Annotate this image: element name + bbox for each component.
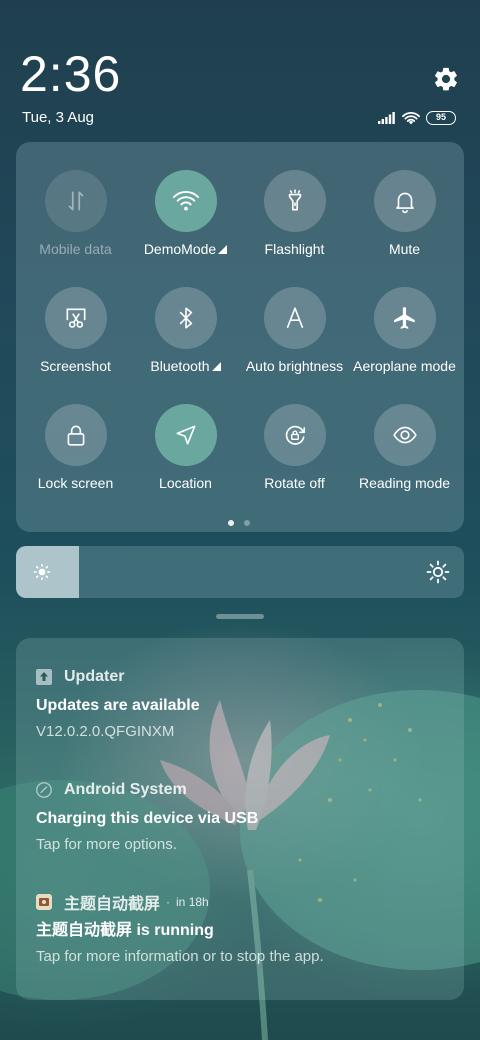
notification-title: Charging this device via USB [36, 810, 259, 827]
sun-small-icon [33, 563, 51, 581]
tile-button[interactable] [45, 287, 107, 349]
tile-aeroplane-mode[interactable]: Aeroplane mode [350, 259, 459, 374]
tile-button[interactable] [264, 170, 326, 232]
tile-button[interactable] [264, 404, 326, 466]
notification-time: in 18h [176, 895, 209, 909]
rotate-lock-icon [285, 425, 306, 445]
status-icons: 95 [378, 108, 456, 128]
sun-large-icon [426, 560, 450, 584]
battery-indicator: 95 [426, 111, 456, 125]
date-label[interactable]: Tue, 3 Aug [22, 108, 94, 128]
notification-text: Tap for more options. [36, 836, 177, 853]
notification-header: Android System [36, 779, 446, 801]
gear-icon[interactable] [432, 65, 460, 93]
tile-label: Lock screen [37, 475, 114, 491]
tile-label: Auto brightness [245, 358, 344, 374]
tile-button[interactable] [155, 404, 217, 466]
updater-icon [36, 669, 52, 685]
eye-icon [393, 426, 417, 444]
tile-location[interactable]: Location [131, 376, 240, 491]
tile-button[interactable] [45, 170, 107, 232]
tile-lock-screen[interactable]: Lock screen [21, 376, 130, 491]
tile-label: Reading mode [358, 475, 451, 491]
submenu-indicator-icon [218, 245, 228, 254]
submenu-indicator-icon [211, 362, 221, 371]
lock-icon [67, 425, 85, 446]
tile-demomode[interactable]: DemoMode [131, 142, 240, 257]
notification-panel: Updater Updates are available V12.0.2.0.… [16, 638, 464, 1000]
app-name: Updater [64, 668, 125, 685]
auto-brightness-icon [286, 307, 304, 329]
notification-time-prefix: · [166, 895, 171, 909]
tile-label: Location [159, 475, 212, 491]
bluetooth-icon [179, 307, 193, 329]
notification-android-system[interactable]: Android System Charging this device via … [36, 779, 446, 855]
wifi-icon [402, 112, 420, 125]
tile-mute[interactable]: Mute [350, 142, 459, 257]
tile-label: Bluetooth [150, 358, 210, 374]
quick-settings-panel: Mobile data DemoMode Flashlight Mute Scr… [16, 142, 464, 532]
tile-label: Rotate off [264, 475, 325, 491]
brightness-slider[interactable] [16, 546, 464, 598]
clock-time[interactable]: 2:36 [20, 44, 121, 104]
page-dot[interactable] [244, 520, 250, 526]
tile-button[interactable] [374, 404, 436, 466]
tile-screenshot[interactable]: Screenshot [21, 259, 130, 374]
screenshot-icon [66, 308, 86, 328]
signal-bars-icon [378, 112, 395, 124]
tile-button[interactable] [374, 170, 436, 232]
theme-screenshot-app-icon [36, 894, 52, 910]
wifi-icon [172, 190, 200, 211]
tile-button[interactable] [45, 404, 107, 466]
tile-auto-brightness[interactable]: Auto brightness [240, 259, 349, 374]
tile-button[interactable] [155, 170, 217, 232]
tile-label: Aeroplane mode [353, 358, 456, 374]
tile-button[interactable] [264, 287, 326, 349]
tile-label-wrap: Bluetooth [125, 357, 246, 375]
notification-header: 主题自动截屏 · in 18h [36, 891, 446, 913]
tile-bluetooth[interactable]: Bluetooth [131, 259, 240, 374]
android-system-icon [36, 782, 52, 798]
tile-label: Flashlight [264, 241, 325, 257]
tile-label: Mobile data [39, 241, 112, 257]
drag-handle[interactable] [216, 614, 264, 619]
tile-label: Screenshot [40, 358, 111, 374]
tile-flashlight[interactable]: Flashlight [240, 142, 349, 257]
flashlight-icon [288, 189, 302, 211]
notification-text: Tap for more information or to stop the … [36, 948, 324, 965]
app-name: Android System [64, 781, 187, 798]
notification-text: V12.0.2.0.QFGINXM [36, 723, 175, 740]
tile-rotate-off[interactable]: Rotate off [240, 376, 349, 491]
mobile-data-icon [68, 191, 84, 211]
tile-label: DemoMode [143, 241, 217, 257]
notification-title: Updates are available [36, 697, 200, 714]
notification-updater[interactable]: Updater Updates are available V12.0.2.0.… [36, 666, 446, 742]
notification-theme-screenshot[interactable]: 主题自动截屏 · in 18h 主题自动截屏 is running Tap fo… [36, 891, 446, 967]
app-name: 主题自动截屏 [64, 896, 161, 913]
tile-label-wrap: DemoMode [125, 240, 246, 258]
page-dot[interactable] [228, 520, 234, 526]
tile-button[interactable] [155, 287, 217, 349]
tile-mobile-data[interactable]: Mobile data [21, 142, 130, 257]
location-arrow-icon [176, 425, 196, 445]
airplane-icon [394, 307, 415, 329]
tile-reading-mode[interactable]: Reading mode [350, 376, 459, 491]
bell-icon [396, 192, 414, 214]
tile-button[interactable] [374, 287, 436, 349]
page-indicator[interactable] [228, 520, 250, 526]
notification-title: 主题自动截屏 is running [36, 922, 214, 939]
tile-label: Mute [388, 241, 421, 257]
notification-header: Updater [36, 666, 446, 688]
